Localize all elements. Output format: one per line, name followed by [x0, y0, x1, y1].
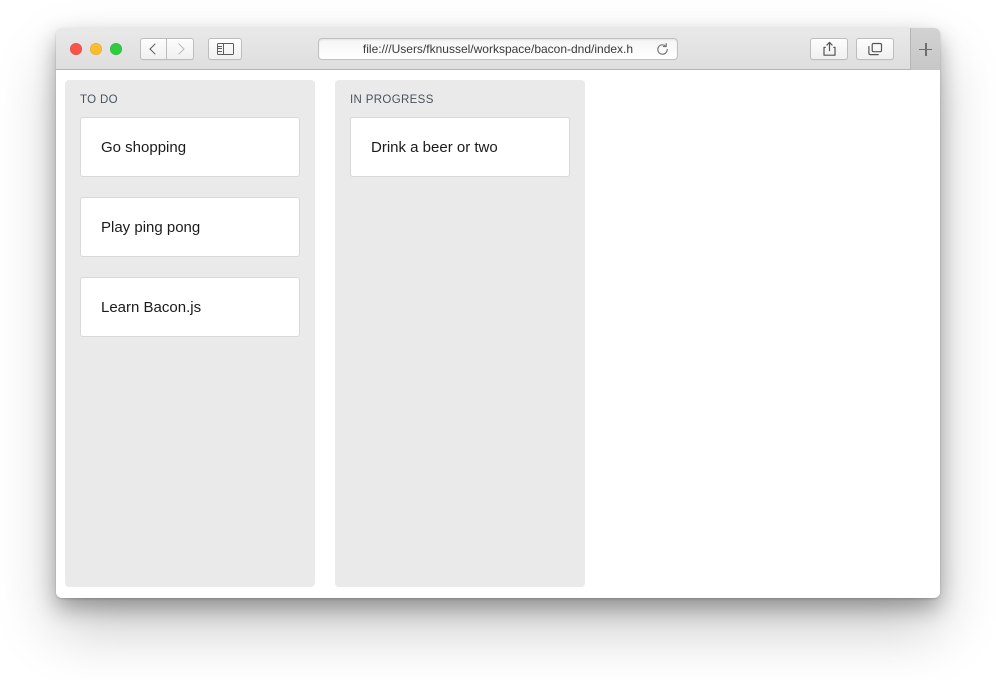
new-tab-button[interactable] [910, 28, 940, 70]
browser-toolbar: file:///Users/fknussel/workspace/bacon-d… [56, 28, 940, 70]
plus-icon [919, 42, 932, 56]
toolbar-right-buttons [810, 38, 894, 60]
board-card[interactable]: Play ping pong [80, 197, 300, 257]
window-controls [70, 42, 122, 55]
show-all-tabs-button[interactable] [856, 38, 894, 60]
share-button[interactable] [810, 38, 848, 60]
zoom-button[interactable] [110, 42, 122, 55]
chevron-right-icon [172, 42, 185, 55]
kanban-board: TO DO Go shopping Play ping pong Learn Baco… [65, 80, 940, 587]
reload-button[interactable] [655, 42, 670, 57]
chevron-left-icon [149, 42, 161, 55]
back-button[interactable] [140, 37, 167, 60]
sidebar-toggle-button[interactable] [208, 37, 242, 60]
board-column[interactable]: TO DO Go shopping Play ping pong Learn Baco… [65, 80, 315, 587]
tabs-icon [867, 42, 882, 55]
screen: file:///Users/fknussel/workspace/bacon-d… [0, 0, 996, 680]
minimize-button[interactable] [90, 42, 102, 55]
share-icon [822, 41, 836, 56]
column-title: TO DO [80, 94, 118, 106]
board-card[interactable]: Learn Bacon.js [80, 277, 300, 337]
close-button[interactable] [70, 42, 82, 55]
address-text: file:///Users/fknussel/workspace/bacon-d… [362, 42, 634, 56]
address-bar[interactable]: file:///Users/fknussel/workspace/bacon-d… [318, 38, 678, 60]
board-card[interactable]: Go shopping [80, 117, 300, 177]
forward-button[interactable] [167, 37, 194, 60]
board-column[interactable]: IN PROGRESS Drink a beer or two [335, 80, 585, 587]
navigation-buttons [140, 37, 194, 60]
column-title: IN PROGRESS [350, 94, 434, 106]
browser-window: file:///Users/fknussel/workspace/bacon-d… [56, 28, 940, 598]
sidebar-icon [216, 42, 234, 55]
page-content: TO DO Go shopping Play ping pong Learn Baco… [56, 70, 940, 597]
board-card[interactable]: Drink a beer or two [350, 117, 570, 177]
sidebar-icon-pane [218, 43, 224, 54]
